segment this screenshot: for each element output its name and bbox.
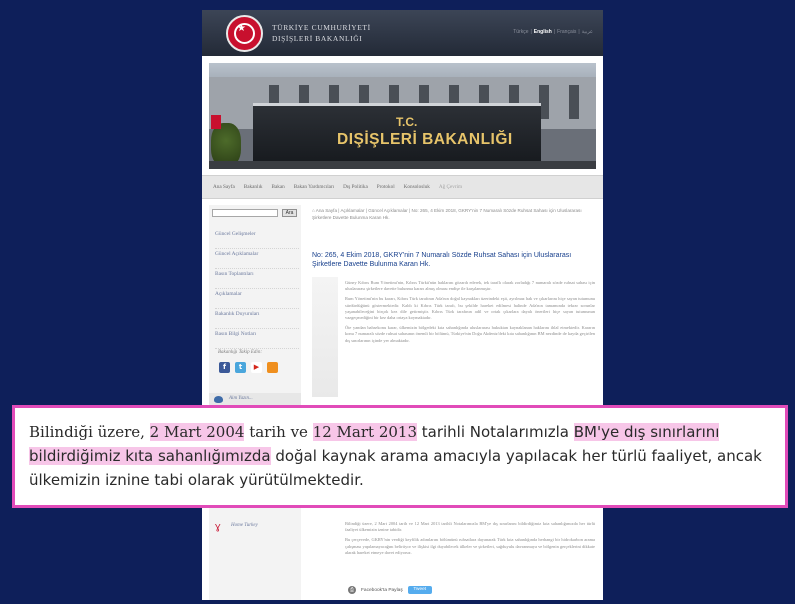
tweet-button[interactable]: Tweet <box>407 586 432 594</box>
lang-french[interactable]: Français <box>557 29 576 35</box>
sidebar-item-press-conferences[interactable]: Basın Toplantıları <box>215 269 299 289</box>
nav-item-minister[interactable]: Bakan <box>272 184 285 190</box>
lang-arabic[interactable]: عربية <box>582 29 593 35</box>
nav-item-ministry[interactable]: Bakanlık <box>244 184 263 190</box>
home-turkey-label: Home Turkey <box>231 523 258 528</box>
nav-item-foreign-policy[interactable]: Dış Politika <box>343 184 368 190</box>
highlight-date-2013: 12 Mart 2013 <box>312 423 417 441</box>
nav-item-consular[interactable]: Konsolosluk <box>404 184 430 190</box>
excerpt-text: tarih ve <box>244 423 313 441</box>
aim-icon <box>214 396 223 403</box>
lang-turkish[interactable]: Türkçe <box>513 29 528 35</box>
twitter-icon[interactable]: t <box>235 362 246 373</box>
article-paragraph: Öte yandan bahsekonu karar, ülkemizin bö… <box>345 325 595 343</box>
sidebar-item-announcements[interactable]: Bakanlık Duyuruları <box>215 309 299 329</box>
building-sign-tc: T.C. <box>396 115 418 129</box>
article-body-bottom: Bilindiği üzere, 2 Mart 2004 tarih ve 12… <box>345 521 595 560</box>
building-sign: DIŞİŞLERİ BAKANLIĞI <box>337 131 513 148</box>
home-turkey-icon: Ɣ <box>215 523 221 532</box>
article-body: Güney Kıbrıs Rum Yönetimi'nin, Kıbrıs Tü… <box>345 280 595 348</box>
article-side-image <box>312 277 338 397</box>
sidebar-item-statements[interactable]: Açıklamalar <box>215 289 299 309</box>
article-paragraph: Rum Yönetimi'nin bu kararı, Kıbrıs Türk … <box>345 296 595 321</box>
nav-item-network[interactable]: Ağ Çevrim <box>439 184 462 190</box>
excerpt-text: Bilindiği üzere, <box>29 423 150 441</box>
print-icon[interactable]: ⎙ <box>348 586 356 594</box>
article-paragraph: Bu çerçevede, GKRY'nin verdiği keyfilik … <box>345 537 595 555</box>
ministry-building-photo: T.C. DIŞİŞLERİ BAKANLIĞI <box>209 63 596 169</box>
turkish-flag <box>211 115 221 129</box>
youtube-icon[interactable]: ▶ <box>251 362 262 373</box>
sidebar-item-press-notes[interactable]: Basın Bilgi Notları <box>215 329 299 349</box>
sidebar-menu: Güncel Gelişmeler Güncel Açıklamalar Bas… <box>215 229 299 349</box>
ministry-name[interactable]: TÜRKİYE CUMHURİYETİ DIŞİŞLERİ BAKANLIĞI <box>272 22 371 44</box>
sidebar-item-current-developments[interactable]: Güncel Gelişmeler <box>215 229 299 249</box>
facebook-share-link[interactable]: Facebook'ta Paylaş <box>361 588 403 593</box>
lang-english[interactable]: English <box>534 29 552 35</box>
excerpt-text: tarihli Notalarımızla <box>417 423 574 441</box>
language-switcher: Türkçe | English | Français | عربية <box>513 29 593 35</box>
rss-icon[interactable] <box>267 362 278 373</box>
home-turkey-link[interactable]: Ɣ Home Turkey <box>209 520 301 534</box>
highlighted-excerpt: Bilindiği üzere, 2 Mart 2004 tarih ve 12… <box>12 405 788 508</box>
breadcrumb[interactable]: ⌂ Ana Sayfa | Açıklamalar | Güncel Açıkl… <box>312 207 594 221</box>
article-paragraph: Bilindiği üzere, 2 Mart 2004 tarih ve 12… <box>345 521 595 533</box>
main-navigation: Ana Sayfa Bakanlık Bakan Bakan Yardımcıl… <box>202 175 603 199</box>
ministry-name-line2: DIŞİŞLERİ BAKANLIĞI <box>272 34 363 43</box>
nav-item-protocol[interactable]: Protokol <box>377 184 395 190</box>
social-links: f t ▶ <box>219 362 278 373</box>
aim-label: Aim Yazın... <box>229 396 253 401</box>
article: ⌂ Ana Sayfa | Açıklamalar | Güncel Açıkl… <box>312 205 597 600</box>
site-header: ★ TÜRKİYE CUMHURİYETİ DIŞİŞLERİ BAKANLIĞ… <box>202 10 603 56</box>
nav-item-home[interactable]: Ana Sayfa <box>213 184 235 190</box>
article-title: No: 265, 4 Ekim 2018, GKRY'nin 7 Numaral… <box>312 252 572 268</box>
sidebar-item-current-statements[interactable]: Güncel Açıklamalar <box>215 249 299 269</box>
facebook-icon[interactable]: f <box>219 362 230 373</box>
article-paragraph: Güney Kıbrıs Rum Yönetimi'nin, Kıbrıs Tü… <box>345 280 595 292</box>
ministry-webpage: ★ TÜRKİYE CUMHURİYETİ DIŞİŞLERİ BAKANLIĞ… <box>202 10 603 600</box>
search-row: Ara <box>212 209 300 219</box>
search-input[interactable] <box>212 209 278 217</box>
highlight-date-2004: 2 Mart 2004 <box>149 423 245 441</box>
follow-label: Bakanlığı Takip Edin: <box>218 350 262 355</box>
share-row: ⎙ Facebook'ta Paylaş Tweet <box>348 586 432 594</box>
ministry-name-line1: TÜRKİYE CUMHURİYETİ <box>272 23 371 32</box>
sidebar: Ara Güncel Gelişmeler Güncel Açıklamalar… <box>209 205 301 600</box>
search-button[interactable]: Ara <box>282 209 297 217</box>
ministry-emblem-icon[interactable]: ★ <box>226 15 263 52</box>
nav-item-deputy-ministers[interactable]: Bakan Yardımcıları <box>294 184 334 190</box>
